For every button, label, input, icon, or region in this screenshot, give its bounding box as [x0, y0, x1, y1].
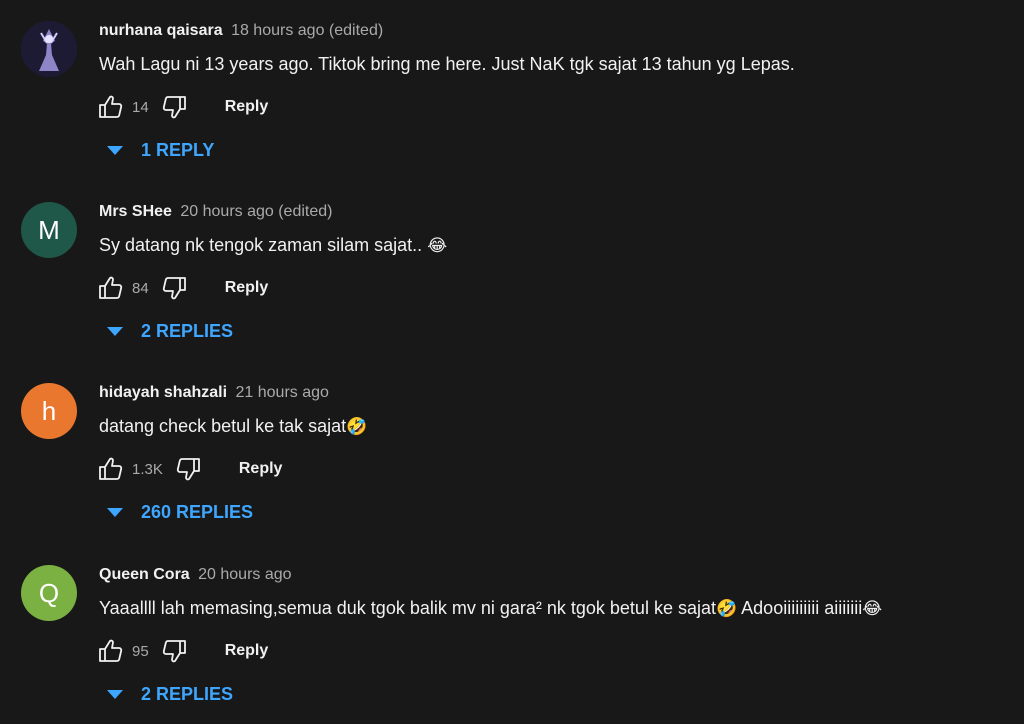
author-name[interactable]: nurhana qaisara: [99, 22, 223, 39]
thumbs-down-icon[interactable]: [161, 93, 189, 121]
comment-actions: 14 Reply: [96, 93, 268, 121]
replies-label: 260 REPLIES: [141, 502, 254, 522]
comment-actions: 1.3K Reply: [96, 455, 282, 483]
comment-header: nurhana qaisara 18 hours ago (edited): [99, 22, 383, 40]
avatar-letter: M: [38, 214, 60, 245]
comment-thread: Q Queen Cora 20 hours ago Yaaallll lah m…: [0, 544, 1024, 724]
view-replies-button[interactable]: 2 REPLIES: [107, 321, 233, 342]
view-replies-button[interactable]: 1 REPLY: [107, 140, 214, 161]
reply-button[interactable]: Reply: [225, 279, 269, 297]
timestamp[interactable]: 20 hours ago: [198, 566, 291, 583]
author-name[interactable]: Queen Cora: [99, 566, 190, 583]
caret-down-icon: [107, 508, 123, 517]
rofl-emoji: 🤣: [715, 599, 738, 619]
comment-header: Mrs SHee 20 hours ago (edited): [99, 203, 332, 221]
timestamp[interactable]: 18 hours ago (edited): [231, 22, 383, 39]
author-name[interactable]: Mrs SHee: [99, 203, 172, 220]
reply-button[interactable]: Reply: [225, 642, 269, 660]
comment-thread: nurhana qaisara 18 hours ago (edited) Wa…: [0, 0, 1024, 180]
thumbs-up-icon[interactable]: [96, 637, 124, 665]
avatar-image: [21, 21, 77, 77]
laughing-emoji: 😂: [862, 599, 883, 619]
thumbs-down-icon[interactable]: [175, 455, 203, 483]
comment-text-body: Sy datang nk tengok zaman silam sajat..: [99, 235, 428, 255]
thumbs-up-icon[interactable]: [96, 455, 124, 483]
like-count: 14: [132, 98, 149, 116]
comment-thread: h hidayah shahzali 21 hours ago datang c…: [0, 362, 1024, 542]
laughing-emoji: 😂: [427, 236, 448, 256]
comment-text: datang check betul ke tak sajat🤣: [99, 416, 367, 437]
caret-down-icon: [107, 146, 123, 155]
like-count: 84: [132, 279, 149, 297]
replies-label: 2 REPLIES: [141, 321, 234, 341]
comment-text: Wah Lagu ni 13 years ago. Tiktok bring m…: [99, 54, 795, 74]
view-replies-button[interactable]: 260 REPLIES: [107, 502, 253, 523]
like-count: 95: [132, 642, 149, 660]
avatar[interactable]: M: [21, 202, 77, 258]
timestamp[interactable]: 21 hours ago: [236, 384, 329, 401]
reply-button[interactable]: Reply: [239, 460, 283, 478]
comment-text-body: Yaaallll lah memasing,semua duk tgok bal…: [99, 598, 716, 618]
comment-header: hidayah shahzali 21 hours ago: [99, 384, 329, 402]
comment-text: Sy datang nk tengok zaman silam sajat.. …: [99, 235, 447, 256]
caret-down-icon: [107, 327, 123, 336]
avatar-letter: h: [41, 395, 57, 426]
comment-thread: M Mrs SHee 20 hours ago (edited) Sy data…: [0, 181, 1024, 361]
avatar[interactable]: [21, 21, 77, 77]
avatar[interactable]: Q: [21, 565, 77, 621]
comment-actions: 84 Reply: [96, 274, 268, 302]
author-name[interactable]: hidayah shahzali: [99, 384, 227, 401]
comment-header: Queen Cora 20 hours ago: [99, 566, 292, 584]
reply-button[interactable]: Reply: [225, 98, 269, 116]
caret-down-icon: [107, 690, 123, 699]
avatar-letter: Q: [38, 577, 60, 608]
timestamp[interactable]: 20 hours ago (edited): [180, 203, 332, 220]
thumbs-up-icon[interactable]: [96, 274, 124, 302]
thumbs-down-icon[interactable]: [161, 274, 189, 302]
rofl-emoji: 🤣: [346, 417, 368, 437]
avatar[interactable]: h: [21, 383, 77, 439]
like-count: 1.3K: [132, 460, 163, 478]
comment-text-body-2: Adooiiiiiiiii aiiiiiii: [737, 598, 863, 618]
comment-text: Yaaallll lah memasing,semua duk tgok bal…: [99, 598, 882, 619]
thumbs-up-icon[interactable]: [96, 93, 124, 121]
thumbs-down-icon[interactable]: [161, 637, 189, 665]
comment-text-body: datang check betul ke tak sajat: [99, 416, 347, 436]
comment-actions: 95 Reply: [96, 637, 268, 665]
replies-label: 1 REPLY: [141, 140, 215, 160]
